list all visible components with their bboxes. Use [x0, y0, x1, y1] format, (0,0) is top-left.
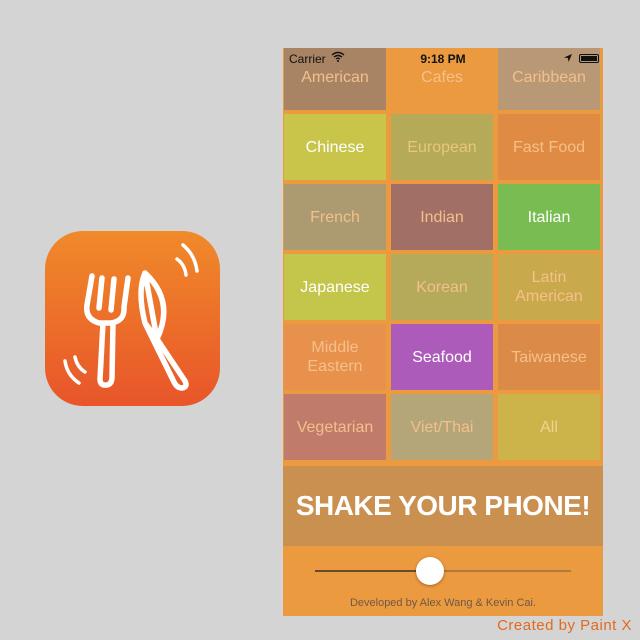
fork-knife-icon	[63, 243, 199, 391]
category-tile-chinese[interactable]: Chinese	[284, 114, 386, 180]
category-tile-vegetarian[interactable]: Vegetarian	[284, 394, 386, 460]
category-tile-italian[interactable]: Italian	[498, 184, 600, 250]
phone-screen: Carrier 9:18 PM American Cafes Caribbean Ch…	[283, 48, 603, 616]
category-tile-seafood[interactable]: Seafood	[391, 324, 493, 390]
category-tile-european[interactable]: European	[391, 114, 493, 180]
shake-banner: SHAKE YOUR PHONE!	[283, 466, 603, 546]
credits-text: Developed by Alex Wang & Kevin Cai.	[349, 597, 537, 609]
category-tile-middle-eastern[interactable]: Middle Eastern	[284, 324, 386, 390]
category-tile-french[interactable]: French	[284, 184, 386, 250]
status-time: 9:18 PM	[420, 52, 466, 66]
category-tile-korean[interactable]: Korean	[391, 254, 493, 320]
category-tile-all[interactable]: All	[498, 394, 600, 460]
category-tile-latin-american[interactable]: Latin American	[498, 254, 600, 320]
category-tile-japanese[interactable]: Japanese	[284, 254, 386, 320]
app-icon[interactable]	[45, 231, 220, 406]
category-tile-taiwanese[interactable]: Taiwanese	[498, 324, 600, 390]
slider-thumb[interactable]	[416, 557, 445, 585]
location-arrow-icon	[563, 52, 573, 66]
battery-icon	[579, 54, 599, 63]
category-tile-viet-thai[interactable]: Viet/Thai	[391, 394, 493, 460]
status-bar: Carrier 9:18 PM	[283, 48, 603, 68]
watermark-text: Created by Paint X	[497, 617, 632, 634]
category-tile-fast-food[interactable]: Fast Food	[498, 114, 600, 180]
slider-fill	[315, 570, 431, 572]
category-tile-indian[interactable]: Indian	[391, 184, 493, 250]
